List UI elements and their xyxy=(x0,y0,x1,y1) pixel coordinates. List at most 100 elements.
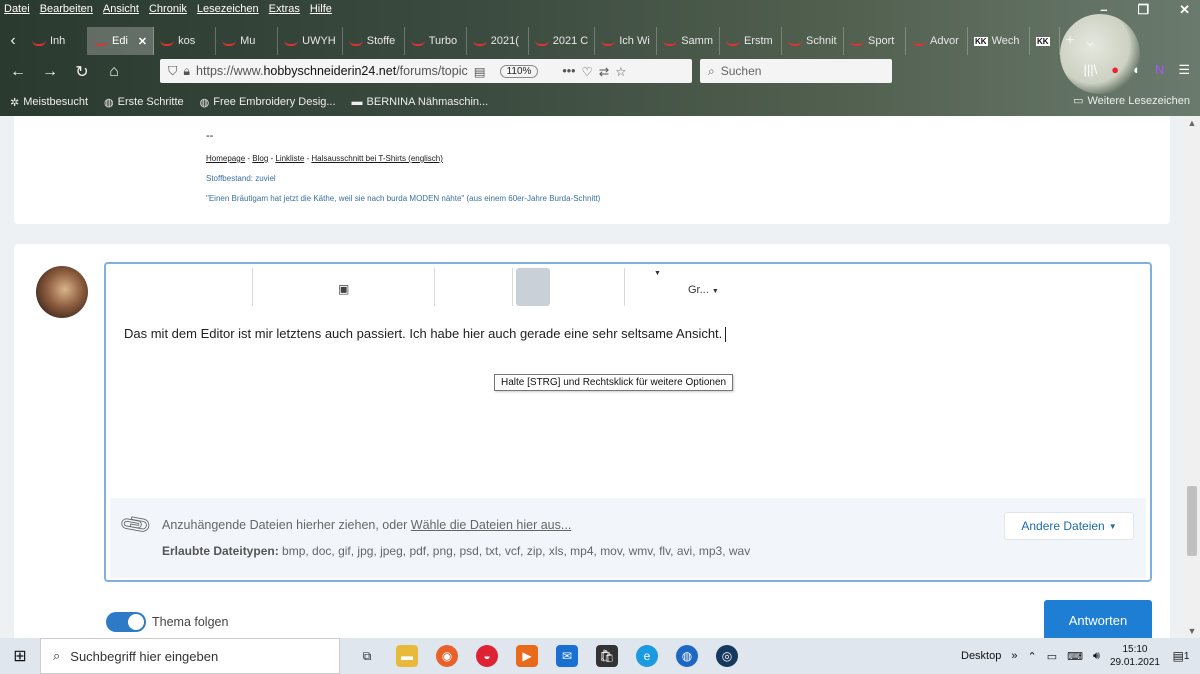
tab-sport[interactable]: Sport xyxy=(844,27,906,55)
link-linkliste[interactable]: Linkliste xyxy=(275,154,304,163)
reader-view-icon[interactable]: ▤ xyxy=(474,64,486,79)
desktop-label[interactable]: Desktop xyxy=(961,650,1001,662)
link-halsausschnitt[interactable]: Halsausschnitt bei T-Shirts (englisch) xyxy=(311,154,442,163)
close-window-button[interactable]: ✕ xyxy=(1179,2,1190,18)
tab-2021a[interactable]: 2021( xyxy=(467,27,529,55)
search-input[interactable]: ⌕ Suchen xyxy=(700,59,892,83)
other-files-button[interactable]: Andere Dateien ▼ xyxy=(1004,512,1134,540)
tray-overflow-icon[interactable]: » xyxy=(1011,650,1017,662)
tab-schnit[interactable]: Schnit xyxy=(782,27,844,55)
menu-bearbeiten[interactable]: Bearbeiten xyxy=(40,3,93,15)
menu-lesezeichen[interactable]: Lesezeichen xyxy=(197,3,259,15)
pinterest-icon[interactable]: ● xyxy=(1111,62,1119,78)
page-scrollbar[interactable]: ▲ ▼ xyxy=(1184,116,1200,638)
translate-icon[interactable]: ⇄ xyxy=(599,64,609,79)
restore-button[interactable]: ❐ xyxy=(1137,2,1149,18)
store-icon[interactable]: 🛍︎ xyxy=(596,645,618,667)
menu-extras[interactable]: Extras xyxy=(269,3,300,15)
reply-editor[interactable]: ▣ ▼ Gr... ▼ Das mit dem Editor ist mir l… xyxy=(104,262,1152,582)
font-size-dropdown[interactable]: Gr... ▼ xyxy=(688,284,719,296)
tab-samm[interactable]: Samm xyxy=(657,27,720,55)
attachment-dropzone[interactable]: 📎︎ Anzuhängende Dateien hierher ziehen, … xyxy=(110,498,1146,578)
bookmark-more[interactable]: ▭ Weitere Lesezeichen xyxy=(1073,94,1190,108)
home-icon[interactable]: ⌂ xyxy=(104,63,124,81)
scroll-up-icon[interactable]: ▲ xyxy=(1184,118,1200,128)
menu-ansicht[interactable]: Ansicht xyxy=(103,3,139,15)
url-bar[interactable]: ⛉ 🔒︎ https://www.hobbyschneiderin24.net/… xyxy=(160,59,692,83)
lock-icon[interactable]: 🔒︎ xyxy=(183,64,190,79)
toolbar-active-button[interactable] xyxy=(516,268,550,306)
signature-stoffbestand: Stoffbestand: zuviel xyxy=(206,174,276,183)
bookmark-bernina[interactable]: ▬ BERNINA Nähmaschin... xyxy=(352,96,489,108)
minimize-button[interactable]: – xyxy=(1100,2,1107,18)
ime-icon[interactable]: ⌨ xyxy=(1067,650,1083,663)
scroll-thumb[interactable] xyxy=(1187,486,1197,556)
extension-icon[interactable]: ◐ xyxy=(1133,62,1141,78)
forward-arrow-icon[interactable]: → xyxy=(40,63,60,81)
bookmark-free-embroidery[interactable]: ◍ Free Embroidery Desig... xyxy=(200,96,336,109)
tab-2021b[interactable]: 2021 C xyxy=(529,27,596,55)
tab-scroll-left-icon[interactable]: ‹ xyxy=(0,32,26,50)
app-icon-blue[interactable]: ◍ xyxy=(676,645,698,667)
insert-image-icon[interactable]: ▣ xyxy=(338,282,349,296)
tab-editor-active[interactable]: Edi ✕ xyxy=(88,27,155,55)
reply-button[interactable]: Antworten xyxy=(1044,600,1152,638)
network-icon[interactable]: ▭ xyxy=(1047,650,1057,663)
editor-body-text[interactable]: Das mit dem Editor ist mir letztens auch… xyxy=(124,326,727,343)
tab-list-chevron-icon[interactable]: ⌄ xyxy=(1080,31,1100,51)
tab-erstm[interactable]: Erstm xyxy=(720,27,782,55)
tab-stoffe[interactable]: Stoffe xyxy=(343,27,405,55)
media-player-icon[interactable]: ▶ xyxy=(516,645,538,667)
tab-kk[interactable]: KK xyxy=(1030,27,1060,55)
page-actions-icon[interactable]: ••• xyxy=(562,64,575,78)
link-blog[interactable]: Blog xyxy=(252,154,268,163)
back-arrow-icon[interactable]: ← xyxy=(8,63,28,81)
windows-start-icon[interactable]: ⊞ xyxy=(0,638,40,674)
firefox-icon[interactable]: ◉ xyxy=(436,645,458,667)
zoom-badge[interactable]: 110% xyxy=(499,64,539,78)
link-homepage[interactable]: Homepage xyxy=(206,154,245,163)
menu-hamburger-icon[interactable]: ☰ xyxy=(1178,62,1190,78)
clock[interactable]: 15:10 29.01.2021 xyxy=(1110,643,1160,669)
library-icon[interactable]: |||\ xyxy=(1083,62,1097,78)
kk-favicon-icon: KK xyxy=(1036,36,1050,46)
edge-icon[interactable]: e xyxy=(636,645,658,667)
file-explorer-icon[interactable]: ▬ xyxy=(396,645,418,667)
shield-icon[interactable]: ⛉ xyxy=(168,64,177,79)
scroll-down-icon[interactable]: ▼ xyxy=(1184,626,1200,636)
menu-bar: Datei Bearbeiten Ansicht Chronik Lesezei… xyxy=(0,0,1200,18)
app-icon-dark[interactable]: ◎ xyxy=(716,645,738,667)
page-content: -- Homepage - Blog - Linkliste - Halsaus… xyxy=(0,116,1184,638)
reload-icon[interactable]: ↻ xyxy=(72,62,92,82)
volume-icon[interactable]: 🔊︎ xyxy=(1093,650,1100,663)
tray-chevron-up-icon[interactable]: ⌃ xyxy=(1027,650,1036,663)
taskbar-search[interactable]: ⌕ Suchbegriff hier eingeben xyxy=(40,638,340,674)
notification-icon[interactable]: ▤ 1 xyxy=(1170,645,1192,667)
pocket-icon[interactable]: ♡ xyxy=(582,64,593,79)
close-tab-icon[interactable]: ✕ xyxy=(138,35,147,48)
task-view-icon[interactable]: ⧉ xyxy=(356,645,378,667)
tab-mu[interactable]: Mu xyxy=(216,27,279,55)
new-tab-icon[interactable]: + xyxy=(1060,32,1080,50)
tab-wech[interactable]: KK Wech xyxy=(968,27,1030,55)
tab-favicon-icon xyxy=(160,36,175,46)
tab-advor[interactable]: Advor xyxy=(906,27,968,55)
onenote-icon[interactable]: N xyxy=(1155,62,1164,78)
mail-icon[interactable]: ✉ xyxy=(556,645,578,667)
choose-files-link[interactable]: Wähle die Dateien hier aus... xyxy=(411,518,572,532)
follow-topic-toggle[interactable] xyxy=(106,612,146,632)
app-icon[interactable]: ◒ xyxy=(476,645,498,667)
menu-chronik[interactable]: Chronik xyxy=(149,3,187,15)
avatar[interactable] xyxy=(36,266,88,318)
bookmark-star-icon[interactable]: ☆ xyxy=(615,64,626,79)
tab-ich-wi[interactable]: Ich Wi xyxy=(595,27,658,55)
tab-inh[interactable]: Inh xyxy=(26,27,88,55)
tab-kos[interactable]: kos xyxy=(154,27,217,55)
menu-datei[interactable]: Datei xyxy=(4,3,30,15)
tab-turbo[interactable]: Turbo xyxy=(405,27,467,55)
bookmark-meistbesucht[interactable]: ✲ Meistbesucht xyxy=(10,96,88,109)
bookmark-erste-schritte[interactable]: ◍ Erste Schritte xyxy=(104,96,184,109)
tab-uwyh[interactable]: UWYH xyxy=(278,27,343,55)
chevron-down-icon[interactable]: ▼ xyxy=(654,270,661,277)
menu-hilfe[interactable]: Hilfe xyxy=(310,3,332,15)
